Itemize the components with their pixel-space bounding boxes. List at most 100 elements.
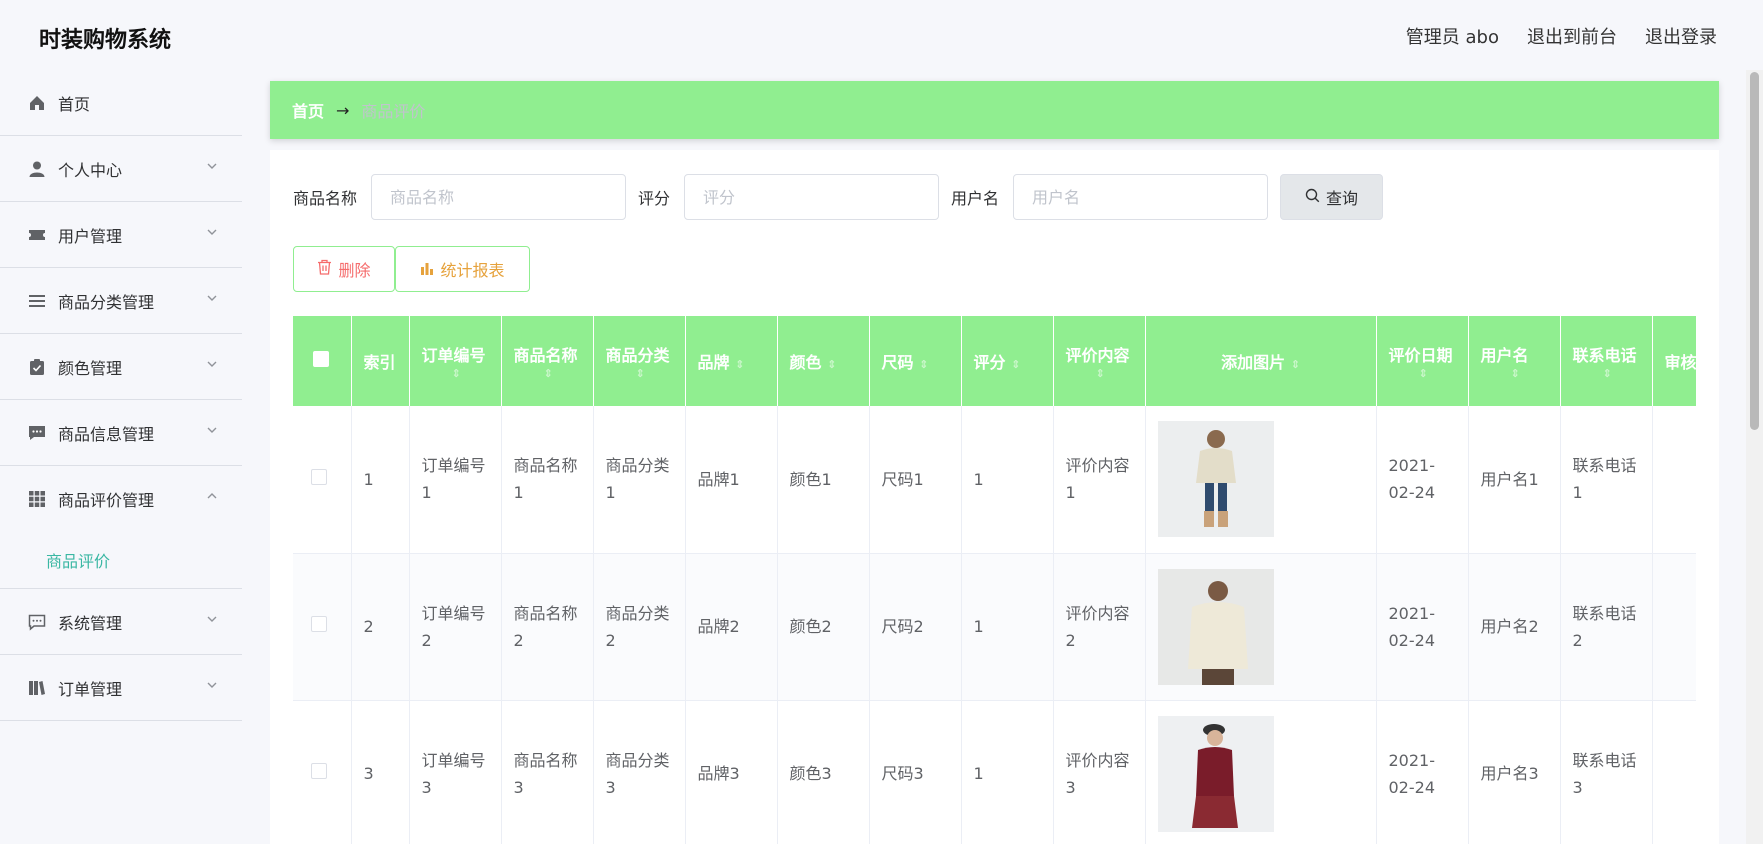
breadcrumb-current: 商品评价 (361, 102, 426, 121)
cell-size: 尺码3 (869, 700, 962, 844)
sidebar-item-label: 首页 (58, 94, 91, 114)
admin-label: 管理员 abo (1405, 27, 1499, 48)
row-checkbox[interactable] (311, 468, 327, 485)
table-row[interactable]: 1 订单编号1 商品名称1 商品分类1 品牌1 颜色1 尺码1 1 评价内容1 (293, 406, 1696, 554)
sidebar-item-label: 个人中心 (58, 160, 123, 180)
cell-index: 1 (351, 406, 410, 554)
user-icon (28, 160, 46, 178)
cell-color: 颜色2 (777, 553, 870, 701)
cell-size: 尺码1 (869, 406, 962, 554)
cell-brand: 品牌3 (685, 700, 778, 844)
sort-icon[interactable]: ⇕ (1419, 368, 1468, 380)
home-icon (28, 94, 46, 112)
logout-link[interactable]: 退出登录 (1645, 23, 1717, 49)
breadcrumb: 首页 → 商品评价 (270, 81, 1719, 139)
sort-icon[interactable]: ⇕ (1291, 358, 1300, 371)
chevron-down-icon (206, 292, 220, 306)
cell-category: 商品分类3 (593, 700, 686, 844)
scrollbar-thumb[interactable] (1750, 72, 1759, 430)
cell-review-date: 2021-02-24 (1376, 553, 1469, 701)
sidebar-item-user-management[interactable]: 用户管理 (0, 202, 242, 268)
ticket-icon (28, 226, 46, 244)
row-checkbox[interactable] (311, 616, 327, 632)
sidebar-item-review-management[interactable]: 商品评价管理 (0, 466, 242, 532)
header-product-name[interactable]: 商品名称 ⇕ (501, 316, 594, 406)
query-button[interactable]: 查询 (1280, 174, 1384, 220)
cell-index: 3 (351, 700, 410, 844)
cell-product-name: 商品名称2 (501, 553, 594, 701)
chevron-down-icon (206, 679, 220, 693)
breadcrumb-home[interactable]: 首页 (292, 98, 324, 122)
search-icon (1305, 188, 1320, 207)
main-area: 首页 → 商品评价 商品名称 评分 用户名 查询 删除 统计报表 (242, 70, 1746, 844)
header-phone[interactable]: 联系电话 ⇕ (1560, 316, 1653, 406)
page-scrollbar[interactable] (1746, 70, 1763, 844)
table-row[interactable]: 3 订单编号3 商品名称3 商品分类3 品牌3 颜色3 尺码3 1 评价内容3 (293, 700, 1696, 844)
sort-icon[interactable]: ⇕ (452, 368, 501, 380)
header-color[interactable]: 颜色 ⇕ (777, 316, 870, 406)
sidebar-item-label: 颜色管理 (58, 358, 123, 378)
row-checkbox[interactable] (311, 763, 327, 779)
cell-category: 商品分类1 (593, 406, 686, 554)
sidebar-item-category-management[interactable]: 商品分类管理 (0, 268, 242, 334)
cell-review-date: 2021-02-24 (1376, 700, 1469, 844)
score-input[interactable] (684, 174, 940, 220)
select-all-checkbox[interactable] (313, 351, 329, 367)
cell-score: 1 (961, 406, 1054, 554)
sort-icon[interactable]: ⇕ (636, 368, 685, 380)
sidebar-item-product-info[interactable]: 商品信息管理 (0, 400, 242, 466)
sort-icon[interactable]: ⇕ (827, 358, 836, 371)
header-username[interactable]: 用户名 ⇕ (1468, 316, 1561, 406)
delete-button[interactable]: 删除 (293, 246, 395, 292)
product-image[interactable] (1157, 568, 1274, 685)
sort-icon[interactable]: ⇕ (1511, 368, 1560, 380)
select-all-header (293, 316, 352, 406)
table-row[interactable]: 2 订单编号2 商品名称2 商品分类2 品牌2 颜色2 尺码2 1 评价内容2 (293, 553, 1696, 701)
table-header-row: 索引 订单编号 ⇕ 商品名称 ⇕ 商品分类 ⇕ 品牌 ⇕ 颜色 ⇕ 尺码 ⇕ 评分 ⇕… (293, 316, 1696, 406)
review-table: 索引 订单编号 ⇕ 商品名称 ⇕ 商品分类 ⇕ 品牌 ⇕ 颜色 ⇕ 尺码 ⇕ 评分 ⇕… (293, 316, 1696, 844)
chevron-down-icon (206, 160, 220, 174)
header-category[interactable]: 商品分类 ⇕ (593, 316, 686, 406)
product-image[interactable] (1157, 715, 1274, 832)
header-brand[interactable]: 品牌 ⇕ (685, 316, 778, 406)
statistics-report-button[interactable]: 统计报表 (395, 246, 530, 292)
cell-order-no: 订单编号3 (409, 700, 502, 844)
sidebar-subitem-product-review[interactable]: 商品评价 (0, 532, 242, 589)
product-image[interactable] (1157, 421, 1274, 538)
sidebar-item-personal-center[interactable]: 个人中心 (0, 136, 242, 202)
header-review-date[interactable]: 评价日期 ⇕ (1376, 316, 1469, 406)
header-order-no[interactable]: 订单编号 ⇕ (409, 316, 502, 406)
cell-product-name: 商品名称1 (501, 406, 594, 554)
review-table-wrapper: 索引 订单编号 ⇕ 商品名称 ⇕ 商品分类 ⇕ 品牌 ⇕ 颜色 ⇕ 尺码 ⇕ 评分 ⇕… (293, 316, 1696, 844)
sidebar: 首页 个人中心 用户管理 商品分类管理 颜色管理 商品信息管理 商品评价管理 商… (0, 70, 242, 844)
book-icon (28, 679, 46, 697)
sort-icon[interactable]: ⇕ (735, 358, 744, 371)
header-size[interactable]: 尺码 ⇕ (869, 316, 962, 406)
grid-icon (28, 490, 46, 508)
sort-icon[interactable]: ⇕ (1603, 368, 1652, 380)
product-name-input[interactable] (371, 174, 627, 220)
cell-index: 2 (351, 553, 410, 701)
sidebar-item-system-management[interactable]: 系统管理 (0, 589, 242, 655)
sort-icon[interactable]: ⇕ (919, 358, 928, 371)
exit-front-link[interactable]: 退出到前台 (1527, 23, 1617, 49)
sort-icon[interactable]: ⇕ (544, 368, 593, 380)
cell-review-content: 评价内容2 (1053, 553, 1146, 701)
sort-icon[interactable]: ⇕ (1011, 358, 1020, 371)
header-score[interactable]: 评分 ⇕ (961, 316, 1054, 406)
header-image[interactable]: 添加图片 ⇕ (1145, 316, 1377, 406)
chevron-up-icon (206, 490, 220, 504)
clipboard-icon (28, 358, 46, 376)
statistics-report-label: 统计报表 (440, 261, 505, 280)
sidebar-item-color-management[interactable]: 颜色管理 (0, 334, 242, 400)
cell-phone: 联系电话2 (1560, 553, 1653, 701)
cell-product-name: 商品名称3 (501, 700, 594, 844)
cell-score: 1 (961, 553, 1054, 701)
sort-icon[interactable]: ⇕ (1096, 368, 1145, 380)
header-review-content[interactable]: 评价内容 ⇕ (1053, 316, 1146, 406)
sidebar-item-home[interactable]: 首页 (0, 70, 242, 136)
sidebar-item-label: 系统管理 (58, 613, 123, 633)
trash-icon (317, 259, 332, 279)
username-input[interactable] (1013, 174, 1269, 220)
sidebar-item-order-management[interactable]: 订单管理 (0, 655, 242, 721)
